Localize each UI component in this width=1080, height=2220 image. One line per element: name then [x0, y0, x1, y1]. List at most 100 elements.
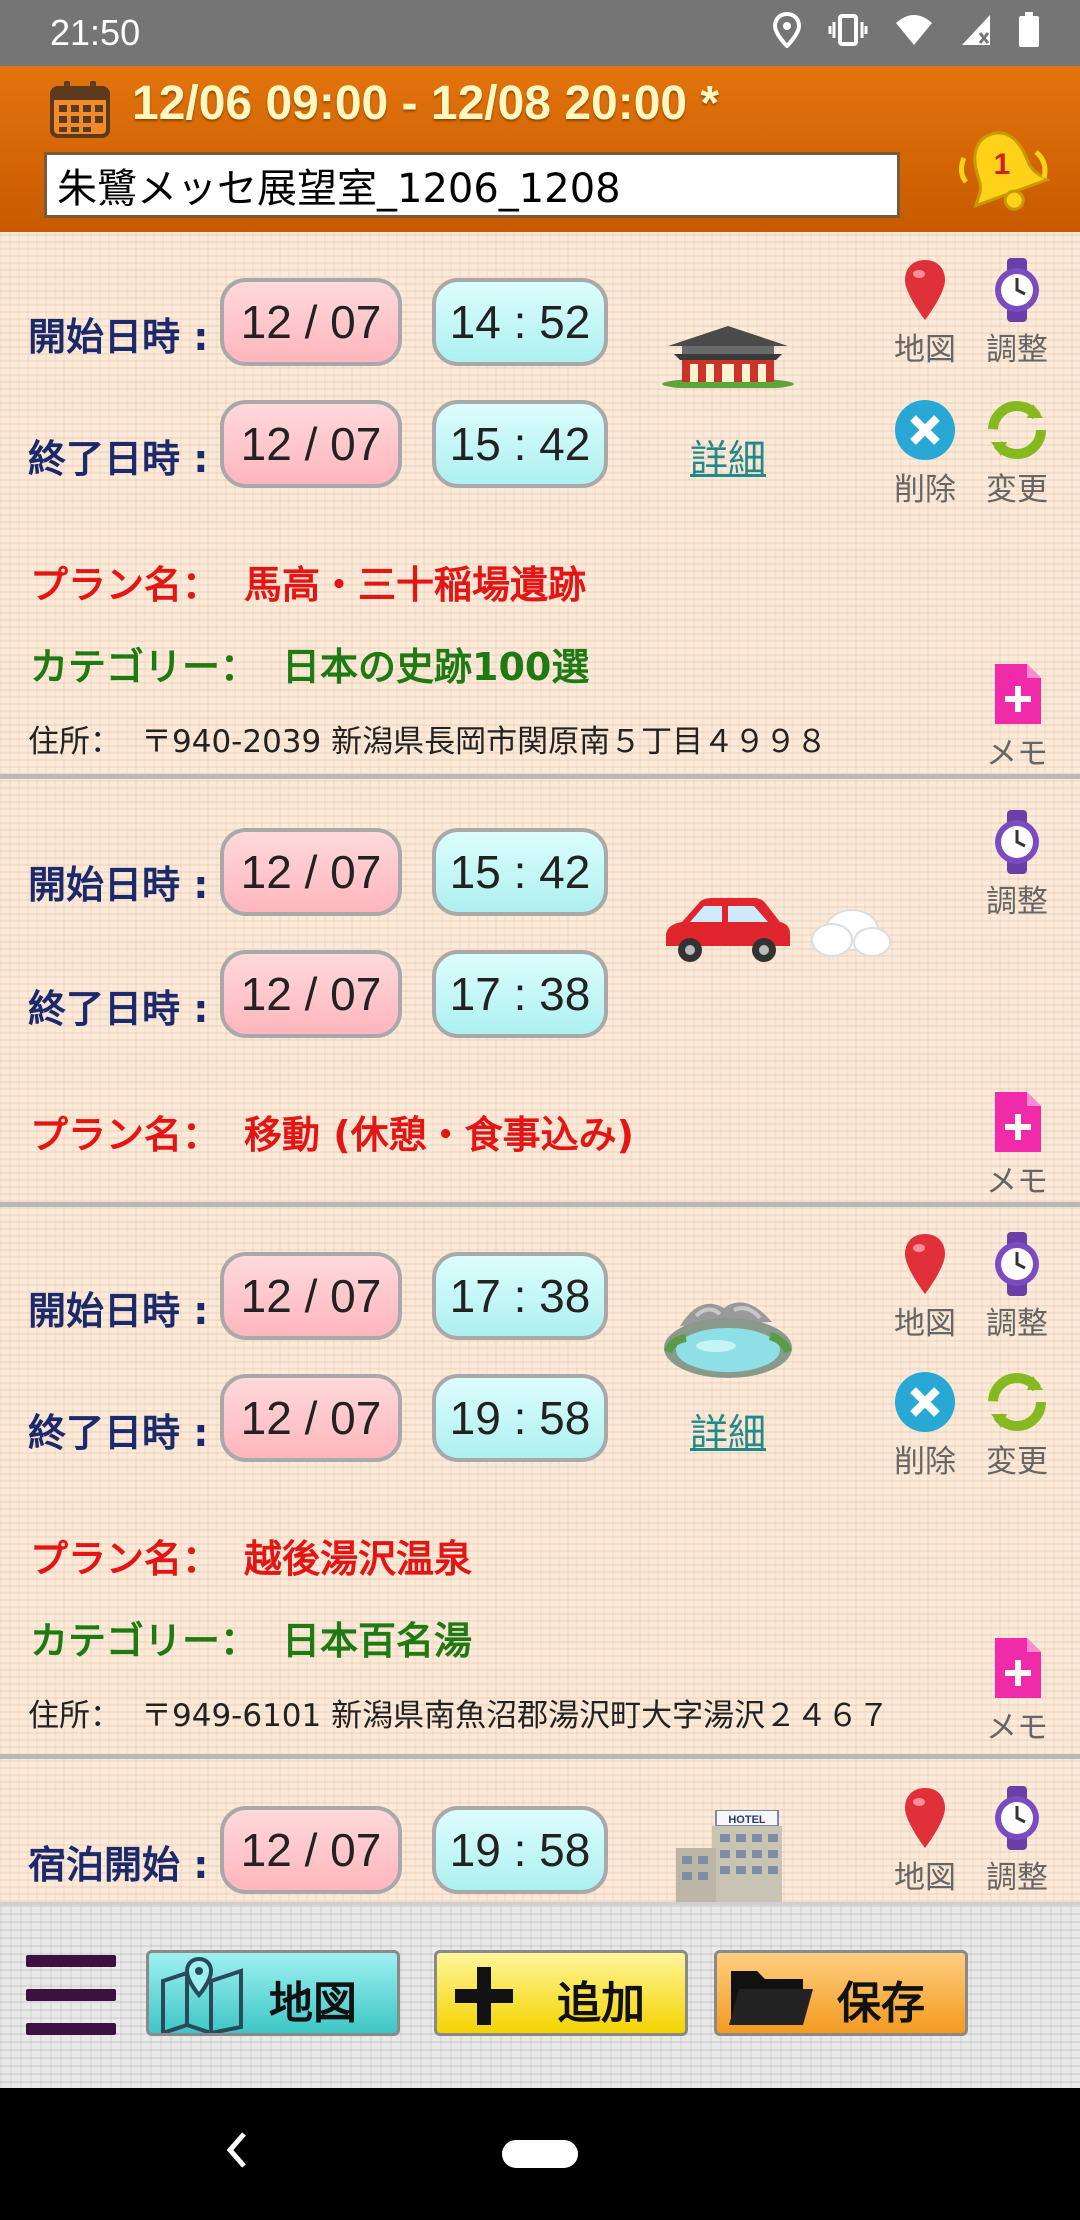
app-header: 12/06 09:00 - 12/08 20:00 * 1 — [0, 66, 1080, 232]
plan-name-label: プラン名： — [30, 1113, 221, 1157]
start-date-picker[interactable]: 12 / 07 — [220, 1806, 402, 1894]
date-range[interactable]: 12/06 09:00 - 12/08 20:00 * — [132, 76, 719, 131]
schedule-card: 開始日時 : 12 / 07 17 : 38 終了日時 : 12 / 07 19… — [0, 1208, 1080, 1760]
home-pill[interactable] — [502, 2140, 578, 2168]
delete-button-label: 削除 — [894, 1444, 956, 1480]
category-value: 日本百名湯 — [282, 1619, 473, 1663]
map-pin-icon — [905, 1788, 945, 1848]
address-label: 住所： — [28, 724, 121, 760]
start-date-picker[interactable]: 12 / 07 — [220, 1252, 402, 1340]
watch-icon — [995, 1232, 1039, 1296]
category: カテゴリー： 日本の史跡100選 — [30, 636, 589, 691]
delete-icon — [895, 400, 955, 460]
adjust-button-label: 調整 — [986, 884, 1048, 920]
address-value: 〒940-2039 新潟県長岡市関原南５丁目４９９８ — [141, 724, 828, 760]
start-label: 開始日時 : — [28, 315, 209, 359]
battery-icon — [1018, 12, 1040, 52]
folded-map-icon — [161, 1957, 243, 2033]
hot-spring-icon — [660, 1286, 796, 1390]
end-time-picker[interactable]: 15 : 42 — [432, 400, 608, 488]
adjust-button[interactable]: 調整 — [972, 810, 1062, 921]
change-button-label: 変更 — [986, 1444, 1048, 1480]
alarm-count: 1 — [994, 148, 1011, 181]
map-button-label: 地図 — [894, 1860, 956, 1896]
end-label: 終了日時 : — [28, 437, 209, 481]
stay-start-label: 宿泊開始 : — [28, 1843, 209, 1887]
adjust-button-label: 調整 — [986, 1306, 1048, 1342]
end-date-picker[interactable]: 12 / 07 — [220, 400, 402, 488]
watch-icon — [995, 1786, 1039, 1850]
delete-button[interactable]: 削除 — [880, 1370, 970, 1481]
start-label: 開始日時 : — [28, 1289, 209, 1333]
map-button-label: 地図 — [894, 332, 956, 368]
refresh-icon — [988, 401, 1046, 459]
schedule-list[interactable]: 開始日時 : 12 / 07 14 : 52 終了日時 : 12 / 07 15… — [0, 232, 1080, 1902]
divider — [0, 1202, 1080, 1207]
map-pin-icon — [905, 1234, 945, 1294]
end-date-picker[interactable]: 12 / 07 — [220, 950, 402, 1038]
change-button[interactable]: 変更 — [972, 398, 1062, 509]
signal-icon — [960, 13, 992, 51]
end-time-picker[interactable]: 17 : 38 — [432, 950, 608, 1038]
menu-icon[interactable] — [26, 1955, 116, 2039]
adjust-button[interactable]: 調整 — [972, 258, 1062, 369]
address: 住所： 〒949-6101 新潟県南魚沼郡湯沢町大字湯沢２４６７ — [28, 1690, 889, 1735]
map-button[interactable]: 地図 — [880, 258, 970, 369]
plan-name-value: 越後湯沢温泉 — [244, 1537, 473, 1581]
plus-icon — [455, 1967, 513, 2025]
end-date-picker[interactable]: 12 / 07 — [220, 1374, 402, 1462]
category: カテゴリー： 日本百名湯 — [30, 1610, 472, 1665]
end-time-picker[interactable]: 19 : 58 — [432, 1374, 608, 1462]
calendar-icon[interactable] — [50, 80, 110, 138]
memo-button-label: メモ — [986, 1164, 1048, 1200]
delete-button-label: 削除 — [894, 472, 956, 508]
memo-button[interactable]: メモ — [972, 1636, 1062, 1747]
add-memo-icon — [995, 1092, 1041, 1152]
add-button-label: 追加 — [557, 1978, 645, 2029]
start-time-picker[interactable]: 15 : 42 — [432, 828, 608, 916]
bottom-toolbar: 地図 追加 保存 — [0, 1902, 1080, 2091]
memo-button[interactable]: メモ — [972, 662, 1062, 773]
detail-link[interactable]: 詳細 — [690, 1402, 766, 1457]
trip-name-field[interactable] — [44, 152, 900, 218]
add-memo-icon — [995, 664, 1041, 724]
alarm-bell-icon[interactable]: 1 — [954, 122, 1054, 222]
divider — [0, 1754, 1080, 1759]
add-button[interactable]: 追加 — [434, 1950, 688, 2036]
category-label: カテゴリー： — [30, 1619, 259, 1663]
map-button[interactable]: 地図 — [880, 1232, 970, 1343]
change-button[interactable]: 変更 — [972, 1370, 1062, 1481]
plan-name-value: 移動 (休憩・食事込み) — [244, 1113, 634, 1157]
delete-button[interactable]: 削除 — [880, 398, 970, 509]
end-label: 終了日時 : — [28, 1411, 209, 1455]
map-view-button[interactable]: 地図 — [146, 1950, 400, 2036]
plan-name: プラン名： 馬高・三十稲場遺跡 — [30, 554, 586, 609]
plan-name: プラン名： 越後湯沢温泉 — [30, 1528, 472, 1583]
start-date-picker[interactable]: 12 / 07 — [220, 828, 402, 916]
start-time-picker[interactable]: 14 : 52 — [432, 278, 608, 366]
back-icon[interactable] — [222, 2128, 252, 2183]
hotel-icon: HOTEL — [672, 1809, 786, 1902]
vibrate-icon — [828, 13, 868, 51]
start-label: 開始日時 : — [28, 863, 209, 907]
detail-link[interactable]: 詳細 — [690, 428, 766, 483]
adjust-button-label: 調整 — [986, 1860, 1048, 1896]
category-label: カテゴリー： — [30, 645, 259, 689]
save-button[interactable]: 保存 — [714, 1950, 968, 2036]
start-date-picker[interactable]: 12 / 07 — [220, 278, 402, 366]
memo-button[interactable]: メモ — [972, 1090, 1062, 1201]
map-button-label: 地図 — [894, 1306, 956, 1342]
start-time-picker[interactable]: 17 : 38 — [432, 1252, 608, 1340]
divider — [0, 774, 1080, 779]
start-time-picker[interactable]: 19 : 58 — [432, 1806, 608, 1894]
location-icon — [772, 11, 802, 52]
hotel-sign: HOTEL — [728, 1814, 766, 1826]
adjust-button[interactable]: 調整 — [972, 1786, 1062, 1897]
map-button[interactable]: 地図 — [880, 1786, 970, 1897]
address-value: 〒949-6101 新潟県南魚沼郡湯沢町大字湯沢２４６７ — [141, 1698, 890, 1734]
plan-name: プラン名： 移動 (休憩・食事込み) — [30, 1104, 634, 1159]
watch-icon — [995, 258, 1039, 322]
status-bar: 21:50 — [0, 0, 1080, 66]
map-view-button-label: 地図 — [269, 1978, 357, 2029]
adjust-button[interactable]: 調整 — [972, 1232, 1062, 1343]
